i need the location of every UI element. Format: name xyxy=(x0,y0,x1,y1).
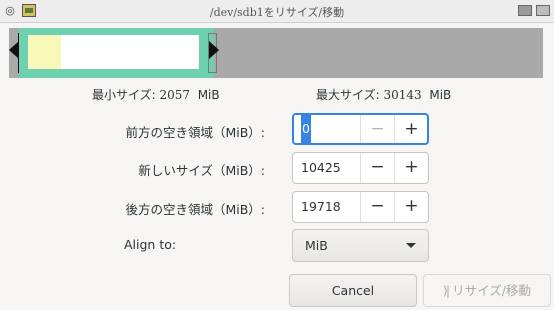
max-size-label: 最大サイズ: 30143 MiB xyxy=(316,88,452,102)
resize-move-icon: ⟩| xyxy=(443,283,450,298)
free-before-spinbutton[interactable]: 0 − + xyxy=(292,113,429,145)
new-size-label: 新しいサイズ（MiB）: xyxy=(138,163,265,178)
align-to-label: Align to: xyxy=(124,237,177,252)
free-before-label: 前方の空き領域（MiB）: xyxy=(125,125,265,140)
partition-area xyxy=(28,35,199,69)
free-before-input[interactable]: 0 xyxy=(301,115,311,143)
title-bar: ◎ /dev/sdb1をリサイズ/移動 xyxy=(0,0,554,23)
partition-resize-graphic[interactable] xyxy=(9,28,543,78)
resize-move-label: リサイズ/移動 xyxy=(452,283,531,298)
new-size-increment-button[interactable]: + xyxy=(394,153,428,183)
free-after-spinbutton[interactable]: 19718 − + xyxy=(292,191,429,223)
free-after-input[interactable]: 19718 xyxy=(301,192,341,222)
free-after-label: 後方の空き領域（MiB）: xyxy=(125,202,265,217)
free-before-decrement-button[interactable]: − xyxy=(360,115,394,143)
new-size-decrement-button[interactable]: − xyxy=(360,153,394,183)
align-to-dropdown[interactable]: MiB xyxy=(292,229,429,262)
min-size-label: 最小サイズ: 2057 MiB xyxy=(92,88,220,102)
cancel-button[interactable]: Cancel xyxy=(289,274,417,307)
left-handle-line xyxy=(18,33,19,73)
minimize-button[interactable] xyxy=(518,5,532,16)
free-before-increment-button[interactable]: + xyxy=(394,115,428,143)
free-after-decrement-button[interactable]: − xyxy=(360,192,394,222)
partition-bar[interactable] xyxy=(19,28,214,78)
free-after-increment-button[interactable]: + xyxy=(394,192,428,222)
resize-move-button[interactable]: ⟩| リサイズ/移動 xyxy=(423,274,551,307)
right-resize-handle[interactable] xyxy=(209,41,219,59)
new-size-spinbutton[interactable]: 10425 − + xyxy=(292,152,429,184)
window-title: /dev/sdb1をリサイズ/移動 xyxy=(209,6,345,19)
chevron-down-icon xyxy=(406,243,416,248)
new-size-input[interactable]: 10425 xyxy=(301,153,341,183)
used-space xyxy=(28,35,61,69)
align-to-value: MiB xyxy=(305,238,328,253)
maximize-button[interactable] xyxy=(536,5,550,16)
